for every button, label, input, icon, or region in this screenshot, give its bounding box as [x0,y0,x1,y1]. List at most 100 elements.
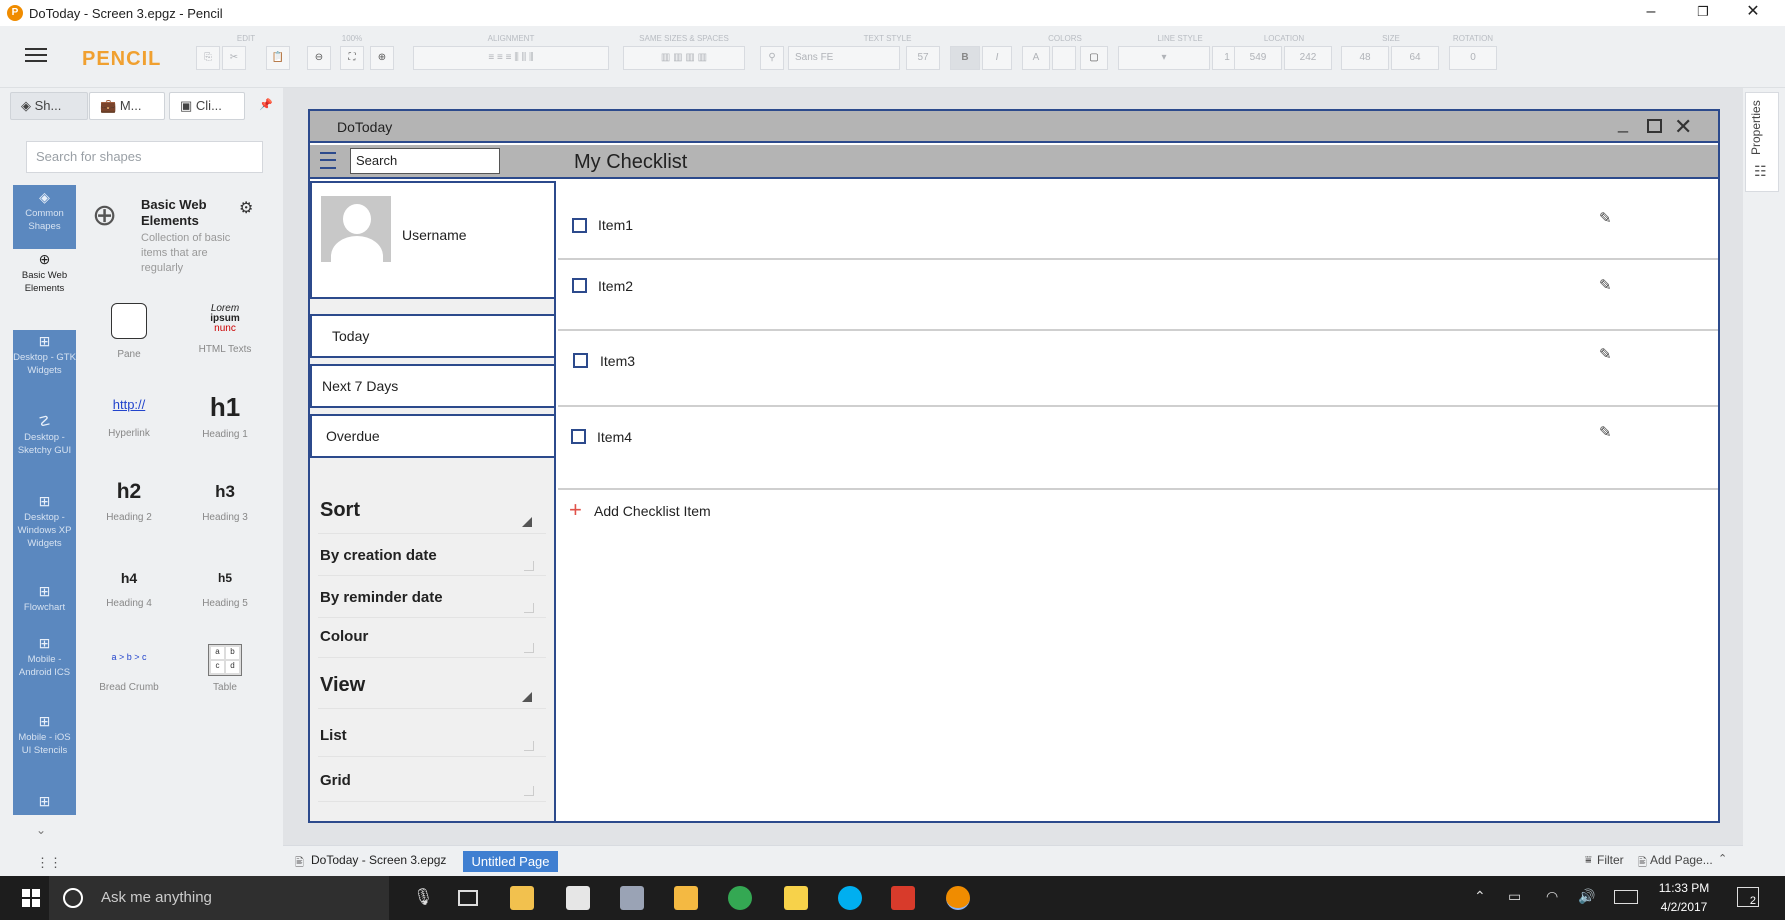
paint-icon[interactable] [620,886,644,910]
nav-next-7-days[interactable]: Next 7 Days [310,364,556,408]
microphone-icon[interactable]: 🎙 [413,876,433,920]
item-checkbox[interactable] [572,218,587,233]
bold-button[interactable]: B [950,46,980,70]
view-list[interactable]: List [320,727,347,744]
item-checkbox[interactable] [572,278,587,293]
border-color-icon[interactable]: ▢ [1080,46,1108,70]
shape-table[interactable]: a b c d Table [194,644,256,694]
align-buttons[interactable]: ≡ ≡ ≡ ⫼ ⫼ ⫼ [413,46,609,70]
chevron-up-icon[interactable]: ⌃ [1718,852,1727,865]
calculator-icon[interactable] [566,886,590,910]
shape-heading-5[interactable]: h5 Heading 5 [194,571,256,610]
minimize-button[interactable]: – [1628,0,1674,26]
category-android-ics[interactable]: ⊞ Mobile - Android ICS [13,636,76,707]
edit-pencil-icon[interactable]: ✎ [1599,276,1612,294]
list-item[interactable]: Item2 ✎ [558,260,1718,331]
sort-expand-icon[interactable] [522,517,532,527]
skype-icon[interactable] [838,886,862,910]
mockup-search-input[interactable]: Search [350,148,500,174]
tab-my-collections[interactable]: 💼 M... [89,92,165,120]
add-checklist-item-button[interactable]: Add Checklist Item [594,503,711,519]
list-item[interactable]: Item3 ✎ [558,331,1718,407]
plus-icon[interactable]: + [569,499,582,521]
notification-center-icon[interactable]: 2 [1737,887,1759,907]
menu-icon[interactable] [25,48,47,62]
list-item[interactable]: Item4 ✎ [558,407,1718,490]
keyboard-icon[interactable] [1614,890,1638,904]
pencil-app-icon[interactable] [946,886,970,910]
line-style-select[interactable]: ▾ [1118,46,1210,70]
shape-hyperlink[interactable]: http:// Hyperlink [98,397,160,439]
volume-icon[interactable]: 🔊 [1578,888,1595,905]
edit-pencil-icon[interactable]: ✎ [1599,423,1612,441]
edit-pencil-icon[interactable]: ✎ [1599,209,1612,227]
shape-bread-crumb[interactable]: a > b > c Bread Crumb [98,652,160,694]
clock-time[interactable]: 11:33 PM [1654,881,1714,895]
cut-icon[interactable]: ✂ [222,46,246,70]
zoom-out-icon[interactable]: ⊖ [307,46,331,70]
location-y-input[interactable]: 242 [1284,46,1332,70]
chevron-down-icon[interactable]: ⌄ [36,823,46,837]
shape-heading-4[interactable]: h4 Heading 4 [98,570,160,610]
acrobat-icon[interactable] [891,886,915,910]
tab-clipart[interactable]: ▣ Cli... [169,92,245,120]
close-button[interactable]: ✕ [1730,0,1776,26]
minimize-icon[interactable]: _ [1618,107,1628,139]
cortana-search-box[interactable]: Ask me anything 🎙 [49,876,433,920]
maximize-icon[interactable] [1647,119,1662,133]
category-windows-xp[interactable]: ⊞ Desktop - Windows XP Widgets [13,494,76,575]
task-view-icon[interactable] [458,890,478,906]
category-more[interactable]: ⊞ [13,794,76,813]
category-sketchy-gui[interactable]: ☡ Desktop - Sketchy GUI [13,414,76,487]
sticky-notes-icon[interactable] [784,886,808,910]
list-item[interactable]: Item1 ✎ [558,181,1718,260]
same-size-buttons[interactable]: ▥ ▥ ▥ ▥ [623,46,745,70]
page-tab[interactable]: Untitled Page [463,851,558,872]
add-page-button[interactable]: Add Page... [1650,853,1713,867]
edit-pencil-icon[interactable]: ✎ [1599,345,1612,363]
fill-color-icon[interactable] [1052,46,1076,70]
chrome-icon[interactable] [728,886,752,910]
apps-grid-icon[interactable]: ⋮⋮ [36,855,62,871]
view-grid[interactable]: Grid [320,772,351,789]
category-ios-stencils[interactable]: ⊞ Mobile - iOS UI Stencils [13,714,76,787]
item-checkbox[interactable] [573,353,588,368]
shape-pane[interactable]: Pane [102,303,156,360]
shape-heading-2[interactable]: h2 Heading 2 [98,480,160,524]
chevron-up-icon[interactable]: ⌃ [1474,888,1486,905]
category-common-shapes[interactable]: ◈ Common Shapes [13,190,76,249]
italic-button[interactable]: I [982,46,1012,70]
copy-icon[interactable]: ⎘ [196,46,220,70]
tab-shapes[interactable]: ◈ Sh... [10,92,88,120]
mockup-window[interactable]: DoToday _ ✕ Search My Checklist Username… [308,109,1720,823]
zoom-in-icon[interactable]: ⊕ [370,46,394,70]
shape-heading-3[interactable]: h3 Heading 3 [194,482,256,524]
gear-icon[interactable]: ⚙ [239,198,253,218]
document-name[interactable]: DoToday - Screen 3.epgz [311,853,446,867]
size-width-input[interactable]: 48 [1341,46,1389,70]
view-expand-icon[interactable] [522,692,532,702]
paste-icon[interactable]: 📋 [266,46,290,70]
format-painter-icon[interactable]: ⚲ [760,46,784,70]
category-gtk-widgets[interactable]: ⊞ Desktop - GTK Widgets [13,334,76,407]
font-size-input[interactable]: 57 [906,46,940,70]
category-flowchart[interactable]: ⊞ Flowchart [13,584,76,635]
pin-icon[interactable]: 📌 [256,98,276,118]
sort-by-creation-date[interactable]: By creation date [320,547,437,564]
rotation-input[interactable]: 0 [1449,46,1497,70]
file-explorer-icon[interactable] [510,886,534,910]
clock-date[interactable]: 4/2/2017 [1654,900,1714,914]
properties-panel-tab[interactable]: Properties ☷ [1745,92,1779,192]
text-color-icon[interactable]: A [1022,46,1050,70]
restore-button[interactable]: ❐ [1680,0,1726,26]
sort-by-colour[interactable]: Colour [320,628,368,645]
shape-heading-1[interactable]: h1 Heading 1 [194,392,256,441]
battery-icon[interactable]: ▭ [1508,888,1521,905]
shape-html-texts[interactable]: Lorem ipsum nunc HTML Texts [194,304,256,356]
sort-by-reminder-date[interactable]: By reminder date [320,589,443,606]
windows-start-icon[interactable] [22,889,40,907]
zoom-fit-icon[interactable]: ⛶ [340,46,364,70]
font-family-select[interactable]: Sans FE [788,46,900,70]
nav-today[interactable]: Today [310,314,556,358]
wifi-icon[interactable]: ◠ [1546,888,1558,905]
